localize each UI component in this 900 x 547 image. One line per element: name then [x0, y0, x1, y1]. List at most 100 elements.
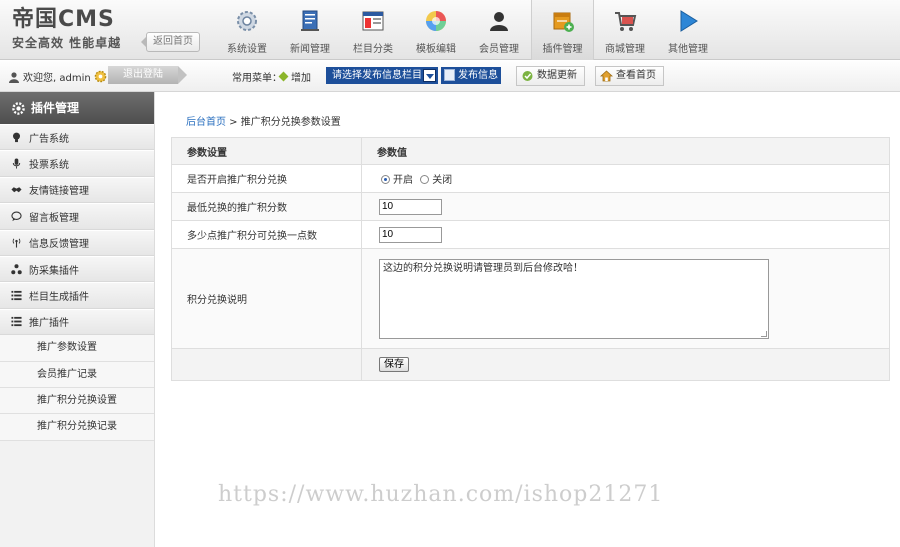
sidebar-item-anticollect[interactable]: 防采集插件: [0, 255, 154, 283]
add-link[interactable]: 增加: [278, 69, 311, 84]
common-menu-label: 常用菜单：: [232, 73, 282, 84]
nav-label: 插件管理: [542, 44, 583, 55]
nav-plugins[interactable]: 插件管理: [531, 0, 594, 60]
nav-shop[interactable]: 商城管理: [594, 0, 657, 60]
save-button[interactable]: 保存: [379, 357, 409, 372]
empty-cell: [171, 348, 362, 381]
header-param: 参数设置: [171, 137, 362, 165]
sidebar-item-column-gen[interactable]: 栏目生成插件: [0, 282, 154, 309]
params-table: 参数设置 参数值 是否开启推广积分兑换 开启 关闭 最低兑换的推广积分数 多少点…: [171, 137, 890, 381]
sidebar-title-label: 插件管理: [31, 101, 80, 115]
logout-button[interactable]: 退出登陆: [108, 66, 187, 84]
sidebar-item-label: 广告系统: [29, 133, 69, 145]
row-label: 是否开启推广积分兑换: [171, 164, 362, 193]
nav-label: 其他管理: [668, 44, 708, 55]
sidebar-item-ads[interactable]: 广告系统: [0, 124, 154, 151]
row-label: 最低兑换的推广积分数: [171, 192, 362, 221]
row-value: 保存: [361, 348, 890, 381]
view-home-button[interactable]: 查看首页: [595, 66, 664, 86]
toolbar: 欢迎您, admin 退出登陆 常用菜单： 增加 请选择发布信息栏目 发布信息 …: [0, 61, 900, 92]
table-row: 是否开启推广积分兑换 开启 关闭: [171, 164, 890, 193]
nav-label: 系统设置: [227, 44, 267, 55]
breadcrumb-current: 推广积分兑换参数设置: [240, 117, 341, 128]
row-value: 开启 关闭: [361, 164, 890, 193]
chevron-down-icon: [423, 69, 436, 82]
nav-label: 栏目分类: [353, 44, 393, 55]
sidebar-item-links[interactable]: 友情链接管理: [0, 176, 154, 204]
nav-columns[interactable]: 栏目分类: [342, 0, 405, 60]
network-icon: [11, 263, 22, 274]
main-nav: 系统设置 新闻管理 栏目分类 模板编辑 会员管理 插件管理 商城管理 其他管理: [216, 0, 720, 60]
nav-members[interactable]: 会员管理: [468, 0, 531, 60]
nav-label: 新闻管理: [290, 44, 330, 55]
sidebar-item-label: 留言板管理: [29, 212, 79, 224]
resize-grip-icon[interactable]: [761, 330, 767, 337]
palette-icon: [426, 11, 446, 31]
back-home-button[interactable]: 返回首页: [141, 32, 200, 52]
list-icon: [11, 317, 22, 327]
sidebar-item-guestbook[interactable]: 留言板管理: [0, 203, 154, 230]
exchange-rate-input[interactable]: [379, 226, 442, 243]
row-label: 多少点推广积分可兑换一点数: [171, 220, 362, 249]
sidebar-subitem-member-promo-log[interactable]: 会员推广记录: [0, 361, 154, 388]
add-link-label: 增加: [291, 73, 311, 84]
nav-label: 商城管理: [605, 44, 645, 55]
sidebar-item-label: 信息反馈管理: [29, 239, 89, 251]
sidebar-item-label: 投票系统: [29, 160, 69, 172]
sidebar-subitem-promo-params[interactable]: 推广参数设置: [0, 335, 154, 362]
radio-on-label: 开启: [393, 175, 413, 186]
handshake-icon: [11, 187, 22, 193]
nav-templates[interactable]: 模板编辑: [405, 0, 468, 60]
breadcrumb: 后台首页 > 推广积分兑换参数设置: [186, 113, 341, 128]
sidebar-subitem-exchange-log[interactable]: 推广积分兑换记录: [0, 414, 154, 441]
diamond-icon: [278, 71, 289, 82]
sidebar-item-label: 友情链接管理: [29, 186, 89, 198]
exchange-description-textarea[interactable]: 这边的积分兑换说明请管理员到后台修改哈！: [379, 258, 769, 339]
radio-enable-off[interactable]: [420, 175, 430, 184]
update-data-label: 数据更新: [537, 70, 577, 81]
publish-button[interactable]: 发布信息: [441, 67, 501, 84]
nav-news[interactable]: 新闻管理: [279, 0, 342, 60]
row-label: 积分兑换说明: [171, 248, 362, 349]
sidebar-item-label: 栏目生成插件: [29, 292, 89, 304]
document-icon: [301, 10, 319, 31]
gear-icon[interactable]: [94, 70, 107, 83]
table-row: 保存: [171, 348, 890, 381]
user-icon: [490, 12, 508, 31]
sidebar-item-feedback[interactable]: 信息反馈管理: [0, 229, 154, 256]
column-select-value: 请选择发布信息栏目: [332, 70, 422, 81]
sidebar-item-label: 推广插件: [29, 318, 69, 330]
logo-title: 帝国CMS: [12, 7, 115, 32]
sidebar-title: 插件管理: [0, 92, 154, 124]
welcome-area: 欢迎您, admin: [8, 69, 107, 84]
nav-label: 模板编辑: [416, 44, 456, 55]
min-points-input[interactable]: [379, 198, 442, 215]
table-header-row: 参数设置 参数值: [171, 137, 890, 165]
nav-system-settings[interactable]: 系统设置: [216, 0, 279, 60]
document-icon: [444, 69, 455, 81]
top-header: 帝国CMS 安全高效 性能卓越 返回首页 系统设置 新闻管理 栏目分类 模板编辑…: [0, 0, 900, 60]
update-data-button[interactable]: 数据更新: [516, 66, 585, 86]
sidebar-item-label: 防采集插件: [29, 265, 79, 277]
nav-label: 会员管理: [479, 44, 519, 55]
sidebar-item-promotion[interactable]: 推广插件: [0, 308, 154, 336]
breadcrumb-separator: >: [226, 117, 241, 128]
breadcrumb-home-link[interactable]: 后台首页: [186, 117, 226, 128]
antenna-icon: [12, 238, 21, 248]
sidebar-item-vote[interactable]: 投票系统: [0, 150, 154, 177]
table-row: 积分兑换说明 这边的积分兑换说明请管理员到后台修改哈！: [171, 248, 890, 349]
home-icon: [600, 70, 613, 82]
logo: 帝国CMS 安全高效 性能卓越: [12, 8, 121, 51]
table-row: 多少点推广积分可兑换一点数: [171, 220, 890, 249]
radio-enable-on[interactable]: [381, 175, 390, 184]
textarea-content: 这边的积分兑换说明请管理员到后台修改哈！: [383, 262, 583, 274]
chat-bubble-icon: [11, 211, 22, 221]
nav-other[interactable]: 其他管理: [657, 0, 720, 60]
gear-icon: [12, 101, 25, 115]
user-icon: [9, 71, 19, 83]
logo-slogan: 安全高效 性能卓越: [12, 36, 122, 50]
gear-icon: [237, 11, 257, 31]
column-select[interactable]: 请选择发布信息栏目: [326, 67, 438, 84]
sidebar-subitem-exchange-settings[interactable]: 推广积分兑换设置: [0, 387, 154, 415]
sidebar: 插件管理 广告系统 投票系统 友情链接管理 留言板管理 信息反馈管理 防采集插件…: [0, 92, 155, 547]
